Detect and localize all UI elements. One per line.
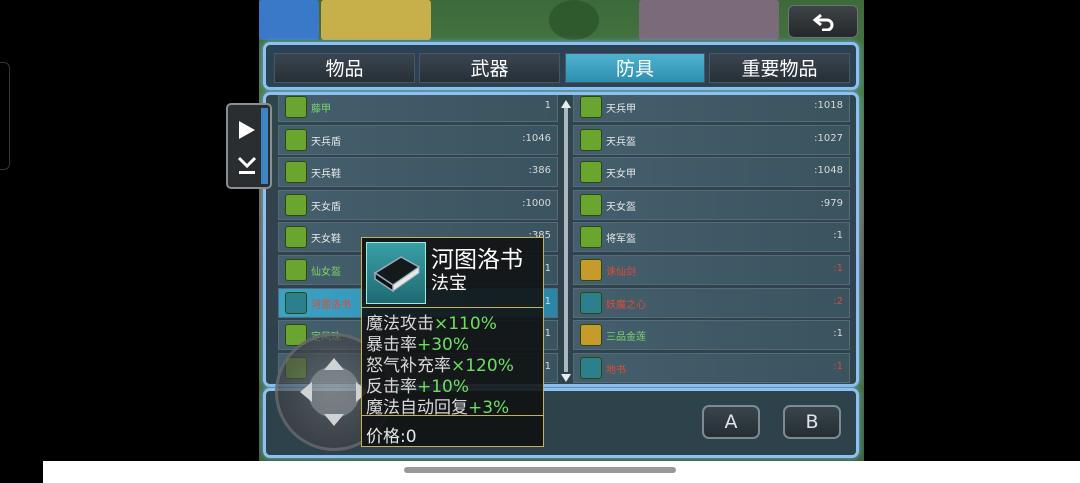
shield-icon — [285, 128, 307, 151]
item-count: :386 — [528, 165, 551, 177]
a-button[interactable]: A — [702, 405, 760, 439]
collapse-chevron-icon[interactable] — [236, 155, 258, 177]
inventory-row[interactable]: 将军盔 :1 — [573, 222, 850, 253]
category-tab-bar: 物品 武器 防具 重要物品 — [263, 42, 859, 90]
scroll-up-arrow-icon[interactable] — [561, 100, 571, 108]
book-icon — [580, 356, 602, 379]
tab-weapons[interactable]: 武器 — [419, 53, 560, 83]
item-count: :1000 — [522, 197, 551, 209]
scroll-down-arrow-icon[interactable] — [561, 374, 571, 382]
map-tree — [549, 0, 599, 40]
inventory-row[interactable]: 天兵甲 :1018 — [573, 95, 850, 122]
tooltip-type: 法宝 — [431, 273, 467, 294]
inventory-row[interactable]: 天女盾 :1000 — [278, 189, 558, 220]
item-count: :1 — [833, 360, 843, 372]
tooltip-book-icon — [373, 256, 421, 293]
home-indicator[interactable] — [404, 467, 676, 473]
item-name: 天女鞋 — [311, 234, 341, 246]
inventory-row[interactable]: 诛仙剑 :1 — [573, 255, 850, 285]
inventory-row[interactable]: 天兵鞋 :386 — [278, 157, 558, 188]
tab-items[interactable]: 物品 — [274, 53, 415, 83]
helmet-icon — [285, 259, 307, 281]
side-menu[interactable] — [226, 103, 272, 189]
inventory-row[interactable]: 天兵盾 :1046 — [278, 124, 558, 155]
item-count: 1 — [544, 328, 551, 340]
item-count: 1 — [544, 100, 551, 111]
item-name: 妖魔之心 — [606, 299, 646, 311]
item-name: 地书 — [606, 364, 626, 376]
list-scrollbar[interactable] — [561, 100, 571, 382]
item-name: 将军盔 — [606, 234, 636, 246]
item-name: 天兵盾 — [311, 136, 341, 148]
map-water — [259, 0, 319, 40]
back-button[interactable] — [788, 5, 858, 38]
item-count: :2 — [833, 295, 843, 307]
side-menu-strip — [261, 108, 268, 184]
item-name: 天女盾 — [311, 201, 341, 213]
item-count: 1 — [544, 360, 551, 372]
item-count: :1046 — [522, 132, 551, 144]
book-icon — [580, 291, 602, 314]
helmet-icon — [580, 128, 602, 151]
inventory-row[interactable]: 妖魔之心 :2 — [573, 287, 850, 318]
item-count: :1 — [833, 263, 843, 274]
inventory-row[interactable]: 藤甲 1 — [278, 95, 558, 122]
scroll-track[interactable] — [564, 108, 568, 372]
tooltip-divider — [362, 415, 543, 416]
item-name: 河图洛书 — [311, 299, 351, 311]
armor-icon — [580, 161, 602, 184]
item-count: :1027 — [814, 132, 843, 144]
map-town — [639, 0, 779, 40]
tooltip-divider — [362, 307, 543, 308]
item-name: 诛仙剑 — [606, 267, 636, 278]
inventory-row[interactable]: 三品金莲 :1 — [573, 320, 850, 351]
boots-icon — [285, 226, 307, 249]
inventory-row[interactable]: 天女甲 :1048 — [573, 157, 850, 188]
item-count: 1 — [544, 295, 551, 307]
item-count: :1048 — [814, 165, 843, 177]
inventory-row[interactable]: 天女盔 :979 — [573, 189, 850, 220]
item-count: :1 — [833, 230, 843, 242]
item-name: 仙女盔 — [311, 267, 341, 278]
map-sand — [321, 0, 431, 40]
item-name: 藤甲 — [311, 104, 331, 115]
item-count: :1 — [833, 328, 843, 340]
item-name: 天兵鞋 — [311, 169, 341, 181]
inventory-row[interactable]: 地书 :1 — [573, 352, 850, 383]
sword-icon — [580, 259, 602, 281]
armor-icon — [580, 96, 602, 118]
armor-icon — [285, 96, 307, 118]
helmet-icon — [580, 193, 602, 216]
item-count: :979 — [820, 197, 843, 209]
item-name: 天兵盔 — [606, 136, 636, 148]
item-count: 1 — [544, 263, 551, 274]
boots-icon — [285, 161, 307, 184]
shield-icon — [285, 193, 307, 216]
return-arrow-icon — [812, 13, 834, 31]
item-tooltip: 河图洛书 法宝 魔法攻击×110% 暴击率+30% 怒气补充率×120% 反击率+10… — [361, 237, 544, 447]
book-icon — [366, 242, 426, 304]
item-name: 天兵甲 — [606, 104, 636, 115]
helmet-icon — [580, 226, 602, 249]
play-icon[interactable] — [237, 119, 257, 141]
tab-key-items[interactable]: 重要物品 — [709, 53, 850, 83]
tab-armor[interactable]: 防具 — [565, 53, 705, 83]
item-name: 天女甲 — [606, 169, 636, 181]
b-button[interactable]: B — [783, 405, 841, 439]
tooltip-price: 价格:0 — [366, 427, 417, 447]
lotus-icon — [580, 324, 602, 347]
item-count: :1018 — [814, 100, 843, 111]
item-name: 三品金莲 — [606, 332, 646, 344]
inventory-row[interactable]: 天兵盔 :1027 — [573, 124, 850, 155]
book-icon — [285, 291, 307, 314]
screen-edge-handle — [0, 62, 10, 170]
item-name: 天女盔 — [606, 201, 636, 213]
